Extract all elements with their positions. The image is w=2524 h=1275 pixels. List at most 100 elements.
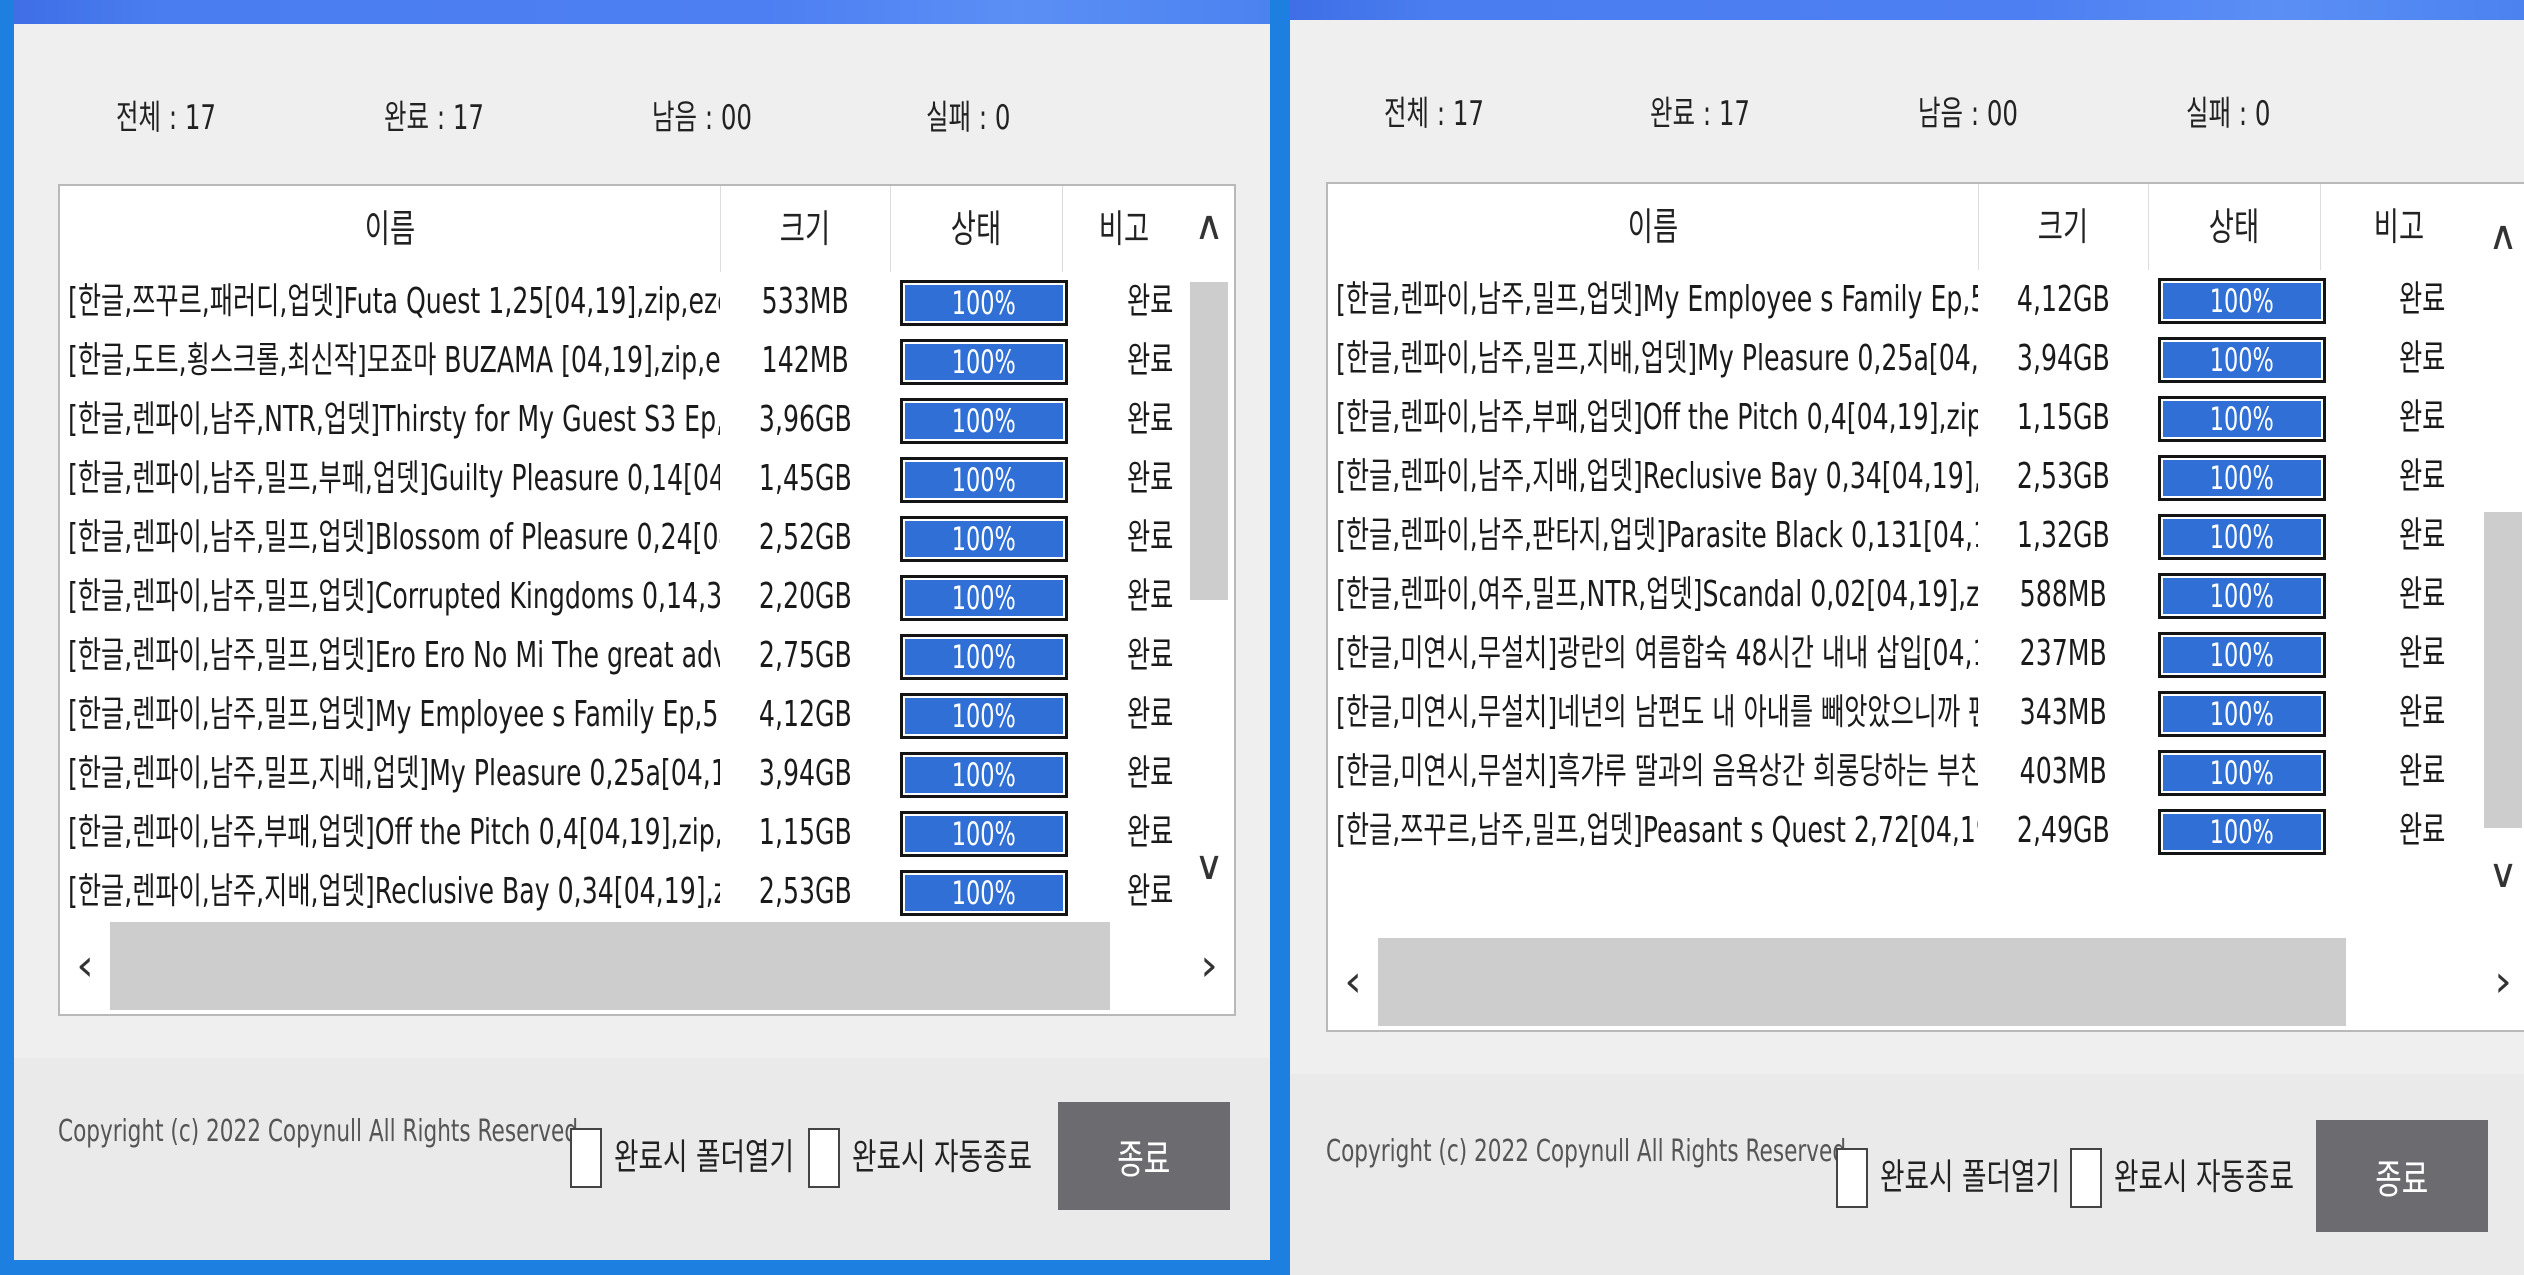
column-header-name[interactable]: 이름 (60, 186, 721, 272)
progress-bar: 100% (900, 575, 1068, 621)
file-size: 2,20GB (758, 576, 852, 617)
progress-text: 100% (951, 874, 1017, 912)
table-row[interactable]: [한글,렌파이,남주,지배,업뎃]Reclusive Bay 0,34[04,1… (60, 862, 1184, 921)
file-name: [한글,렌파이,여주,밀프,NTR,업뎃]Scandal 0,02[04,19]… (1336, 574, 1978, 615)
footer: Copyright (c) 2022 Copynull All Rights R… (1290, 1074, 2524, 1275)
checkbox-label: 완료시 자동종료 (852, 1137, 1033, 1178)
file-name: [한글,쯔꾸르,남주,밀프,업뎃]Peasant s Quest 2,72[04… (1336, 810, 1978, 851)
table-row[interactable]: [한글,미연시,무설치]광란의 여름합숙 48시간 내내 삽입[04,19], … (1328, 624, 2478, 683)
file-name: [한글,렌파이,남주,지배,업뎃]Reclusive Bay 0,34[04,1… (1336, 456, 1978, 497)
chevron-left-icon[interactable]: ‹ (60, 918, 110, 1014)
file-size: 1,15GB (2016, 397, 2110, 438)
checkbox-box[interactable] (808, 1128, 840, 1188)
table-row[interactable]: [한글,렌파이,남주,밀프,업뎃]Ero Ero No Mi The great… (60, 626, 1184, 685)
progress-bar: 100% (2158, 691, 2326, 737)
progress-bar: 100% (900, 457, 1068, 503)
progress-bar: 100% (900, 634, 1068, 680)
progress-text: 100% (951, 756, 1017, 794)
chevron-up-icon[interactable]: ∧ (2478, 206, 2524, 266)
progress-text: 100% (2209, 577, 2275, 615)
file-name: [한글,미연시,무설치]광란의 여름합숙 48시간 내내 삽입[04,19], (1336, 633, 1978, 674)
table-row[interactable]: [한글,렌파이,남주,판타지,업뎃]Parasite Black 0,131[0… (1328, 506, 2478, 565)
progress-text: 100% (951, 697, 1017, 735)
chevron-right-icon[interactable]: › (2478, 934, 2524, 1030)
file-list: 이름 크기 상태 비고 [한글,쯔꾸르,패러디,업뎃]Futa Quest 1,… (58, 184, 1236, 1016)
progress-text: 100% (951, 815, 1017, 853)
progress-text: 100% (951, 638, 1017, 676)
file-size: 1,15GB (758, 812, 852, 853)
horizontal-scrollbar[interactable]: ‹ › (60, 918, 1234, 1014)
horizontal-scrollbar[interactable]: ‹ › (1328, 934, 2524, 1030)
table-row[interactable]: [한글,쯔꾸르,패러디,업뎃]Futa Quest 1,25[04,19],zi… (60, 272, 1184, 331)
copyright-text: Copyright (c) 2022 Copynull All Rights R… (58, 1114, 579, 1149)
file-name: [한글,렌파이,남주,NTR,업뎃]Thirsty for My Guest S… (68, 399, 720, 440)
vertical-scroll-thumb[interactable] (1190, 282, 1228, 600)
column-header-status[interactable]: 상태 (890, 186, 1063, 272)
chevron-down-icon[interactable]: ∨ (1184, 836, 1234, 896)
column-header-note[interactable]: 비고 (1062, 186, 1186, 272)
horizontal-scroll-thumb[interactable] (110, 922, 1110, 1010)
progress-text: 100% (2209, 459, 2275, 497)
exit-button[interactable]: 종료 (1058, 1102, 1230, 1210)
horizontal-scroll-thumb[interactable] (1378, 938, 2346, 1026)
vertical-scrollbar[interactable]: ∧ ∨ (1184, 186, 1234, 918)
progress-text: 100% (2209, 341, 2275, 379)
file-name: [한글,렌파이,남주,밀프,업뎃]My Employee s Family Ep… (68, 694, 720, 735)
file-note: 완료 (2398, 397, 2446, 438)
column-header-size[interactable]: 크기 (720, 186, 891, 272)
progress-bar: 100% (900, 339, 1068, 385)
table-row[interactable]: [한글,렌파이,남주,밀프,업뎃]Corrupted Kingdoms 0,14… (60, 567, 1184, 626)
table-row[interactable]: [한글,렌파이,남주,NTR,업뎃]Thirsty for My Guest S… (60, 390, 1184, 449)
chevron-right-icon[interactable]: › (1184, 918, 1234, 1014)
chevron-up-icon[interactable]: ∧ (1184, 196, 1234, 256)
chevron-left-icon[interactable]: ‹ (1328, 934, 1378, 1030)
column-header-size[interactable]: 크기 (1978, 184, 2149, 270)
file-note: 완료 (2398, 279, 2446, 320)
table-row[interactable]: [한글,쯔꾸르,남주,밀프,업뎃]Peasant s Quest 2,72[04… (1328, 801, 2478, 860)
table-row[interactable]: [한글,렌파이,남주,밀프,업뎃]Blossom of Pleasure 0,2… (60, 508, 1184, 567)
download-window-right: 전체 : 17 완료 : 17 남음 : 00 실패 : 0 이름 크기 상태 … (1290, 0, 2524, 1275)
table-row[interactable]: [한글,도트,횡스크롤,최신작]모죠마 BUZAMA [04,19],zip,e… (60, 331, 1184, 390)
stat-done: 완료 : 17 (384, 98, 485, 138)
file-size: 343MB (2019, 692, 2107, 733)
column-header-name[interactable]: 이름 (1328, 184, 1979, 270)
checkbox-box[interactable] (570, 1128, 602, 1188)
table-row[interactable]: [한글,렌파이,남주,밀프,업뎃]My Employee s Family Ep… (60, 685, 1184, 744)
table-row[interactable]: [한글,렌파이,남주,지배,업뎃]Reclusive Bay 0,34[04,1… (1328, 447, 2478, 506)
table-row[interactable]: [한글,렌파이,남주,부패,업뎃]Off the Pitch 0,4[04,19… (60, 803, 1184, 862)
file-size: 2,75GB (758, 635, 852, 676)
title-bar[interactable] (1290, 0, 2524, 20)
progress-text: 100% (2209, 813, 2275, 851)
exit-button[interactable]: 종료 (2316, 1120, 2488, 1232)
vertical-scroll-thumb[interactable] (2484, 512, 2522, 828)
file-size: 1,32GB (2016, 515, 2110, 556)
table-row[interactable]: [한글,렌파이,여주,밀프,NTR,업뎃]Scandal 0,02[04,19]… (1328, 565, 2478, 624)
chevron-down-icon[interactable]: ∨ (2478, 844, 2524, 904)
table-row[interactable]: [한글,렌파이,남주,밀프,부패,업뎃]Guilty Pleasure 0,14… (60, 449, 1184, 508)
file-name: [한글,도트,횡스크롤,최신작]모죠마 BUZAMA [04,19],zip,e… (68, 340, 720, 381)
file-size: 3,96GB (758, 399, 852, 440)
table-row[interactable]: [한글,미연시,무설치]흑갸루 딸과의 음욕상간 희롱당하는 부친의 403MB… (1328, 742, 2478, 801)
table-row[interactable]: [한글,렌파이,남주,밀프,업뎃]My Employee s Family Ep… (1328, 270, 2478, 329)
file-note: 완료 (2398, 574, 2446, 615)
file-size: 3,94GB (2016, 338, 2110, 379)
stat-done: 완료 : 17 (1650, 94, 1751, 134)
file-size: 2,52GB (758, 517, 852, 558)
progress-text: 100% (2209, 695, 2275, 733)
progress-bar: 100% (2158, 632, 2326, 678)
checkbox-box[interactable] (2070, 1148, 2102, 1208)
table-row[interactable]: [한글,렌파이,남주,부패,업뎃]Off the Pitch 0,4[04,19… (1328, 388, 2478, 447)
file-name: [한글,렌파이,남주,밀프,부패,업뎃]Guilty Pleasure 0,14… (68, 458, 720, 499)
column-header-note[interactable]: 비고 (2320, 184, 2478, 270)
file-name: [한글,렌파이,남주,밀프,업뎃]Ero Ero No Mi The great… (68, 635, 720, 676)
table-row[interactable]: [한글,렌파이,남주,밀프,지배,업뎃]My Pleasure 0,25a[04… (1328, 329, 2478, 388)
table-row[interactable]: [한글,미연시,무설치]네년의 남편도 내 아내를 빼앗았으니까 팬: 343M… (1328, 683, 2478, 742)
column-header-status[interactable]: 상태 (2148, 184, 2321, 270)
file-size: 2,53GB (758, 871, 852, 912)
table-row[interactable]: [한글,렌파이,남주,밀프,지배,업뎃]My Pleasure 0,25a[04… (60, 744, 1184, 803)
file-size: 4,12GB (758, 694, 852, 735)
checkbox-box[interactable] (1836, 1148, 1868, 1208)
title-bar[interactable] (14, 0, 1270, 24)
vertical-scrollbar[interactable]: ∧ ∨ (2478, 184, 2524, 924)
progress-text: 100% (2209, 400, 2275, 438)
